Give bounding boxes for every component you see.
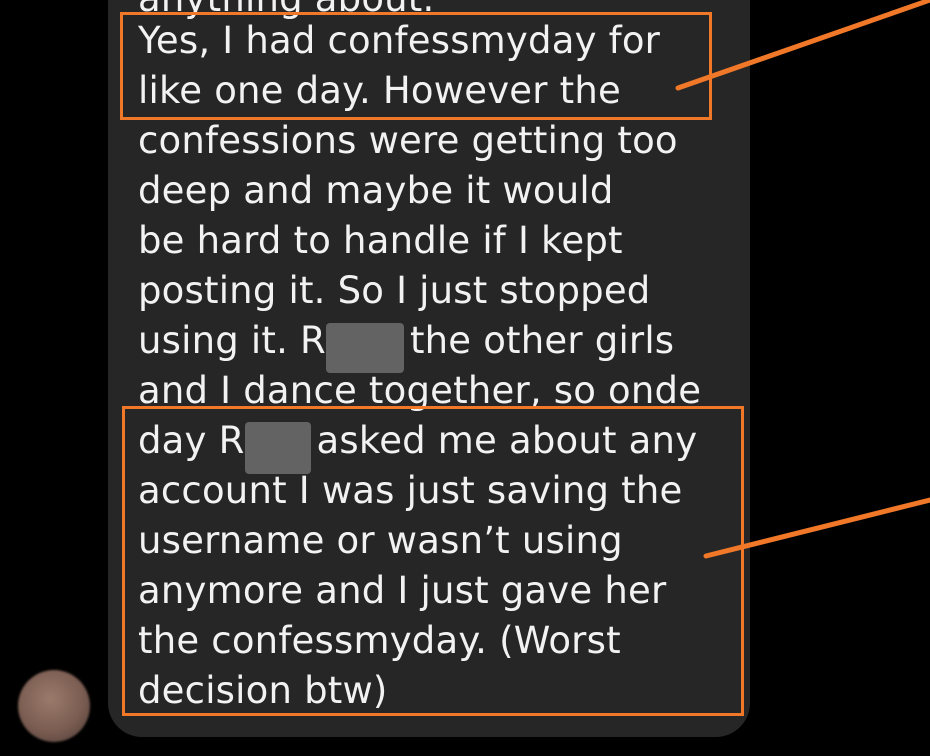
message-line-with-redaction: using it. R the other girls	[138, 316, 675, 373]
message-line: confessions were getting too	[138, 119, 678, 162]
avatar[interactable]	[18, 670, 90, 742]
message-line: posting it. So I just stopped	[138, 269, 651, 312]
highlight-box-bottom	[122, 406, 744, 716]
message-text: the other girls	[409, 319, 675, 362]
message-line: deep and maybe it would	[138, 169, 614, 212]
message-line: be hard to handle if I kept	[138, 219, 623, 262]
message-text: using it. R	[138, 319, 326, 362]
screenshot-stage: anything about. Yes, I had confessmyday …	[0, 0, 930, 756]
highlight-box-top	[120, 12, 712, 120]
redacted-name-blur	[325, 322, 404, 373]
